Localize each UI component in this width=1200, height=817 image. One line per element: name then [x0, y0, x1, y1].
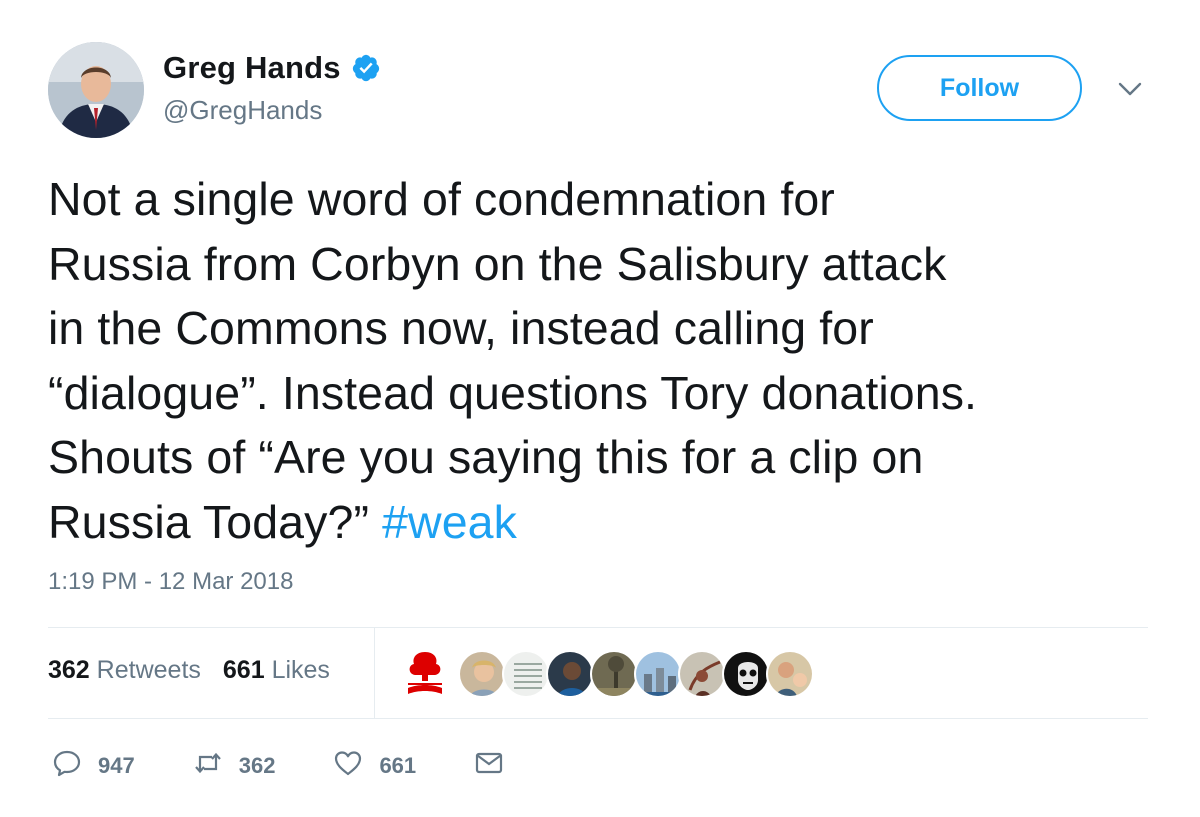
- likes-stat-label: Likes: [271, 656, 330, 684]
- tweet-text: Not a single word of condemnation for Ru…: [48, 167, 1168, 554]
- retweets-stat[interactable]: 362 Retweets: [48, 656, 201, 685]
- tweet-text-line: Not a single word of condemnation for: [48, 173, 835, 225]
- tweet-text-last-line: Russia Today?” #weak: [48, 490, 1168, 555]
- retweets-stat-count: 362: [48, 656, 90, 684]
- retweet-icon: [193, 748, 223, 783]
- tweet-text-line: in the Commons now, instead calling for: [48, 302, 874, 354]
- divider: [48, 627, 1148, 628]
- heart-icon: [333, 748, 363, 783]
- tweet-text-fragment: Russia Today?”: [48, 495, 370, 548]
- liker-avatar[interactable]: [502, 650, 550, 698]
- liker-avatar[interactable]: [678, 650, 726, 698]
- retweets-stat-label: Retweets: [96, 656, 201, 684]
- author-avatar[interactable]: [48, 42, 144, 138]
- liker-avatar[interactable]: [634, 650, 682, 698]
- follow-button[interactable]: Follow: [877, 55, 1082, 121]
- tweet-stats: 362 Retweets 661 Likes: [48, 656, 330, 685]
- liker-avatars: [402, 648, 814, 700]
- reply-count: 947: [98, 752, 135, 778]
- like-button[interactable]: 661: [333, 748, 416, 783]
- author-name-row[interactable]: Greg Hands: [163, 50, 381, 86]
- tweet-text-line: “dialogue”. Instead questions Tory donat…: [48, 366, 978, 419]
- liker-avatar[interactable]: [722, 650, 770, 698]
- tweet-timestamp[interactable]: 1:19 PM - 12 Mar 2018: [48, 568, 293, 596]
- verified-badge-icon: [351, 53, 381, 83]
- liker-avatar[interactable]: [402, 648, 448, 700]
- tweet-text-line: Russia from Corbyn on the Salisbury atta…: [48, 237, 947, 290]
- envelope-icon: [474, 748, 504, 783]
- likes-stat-count: 661: [222, 656, 265, 684]
- direct-message-button[interactable]: [474, 748, 504, 783]
- like-count: 661: [379, 752, 417, 778]
- vertical-divider: [374, 627, 375, 718]
- retweet-count: 362: [238, 752, 276, 778]
- liker-avatar[interactable]: [590, 650, 638, 698]
- tweet-text-line: Shouts of “Are you saying this for a cli…: [48, 431, 924, 483]
- author-handle[interactable]: @GregHands: [163, 95, 322, 126]
- tweet-actions: 947 362 661: [52, 748, 562, 783]
- reply-icon: [52, 748, 82, 783]
- hashtag-link[interactable]: #weak: [382, 496, 517, 548]
- divider: [48, 718, 1148, 719]
- reply-button[interactable]: 947: [52, 748, 135, 783]
- liker-avatar[interactable]: [766, 650, 814, 698]
- likes-stat[interactable]: 661 Likes: [223, 656, 330, 685]
- author-display-name[interactable]: Greg Hands: [163, 50, 341, 86]
- liker-avatar[interactable]: [546, 650, 594, 698]
- chevron-down-icon[interactable]: [1117, 80, 1143, 98]
- retweet-button[interactable]: 362: [193, 748, 276, 783]
- liker-avatar[interactable]: [458, 650, 506, 698]
